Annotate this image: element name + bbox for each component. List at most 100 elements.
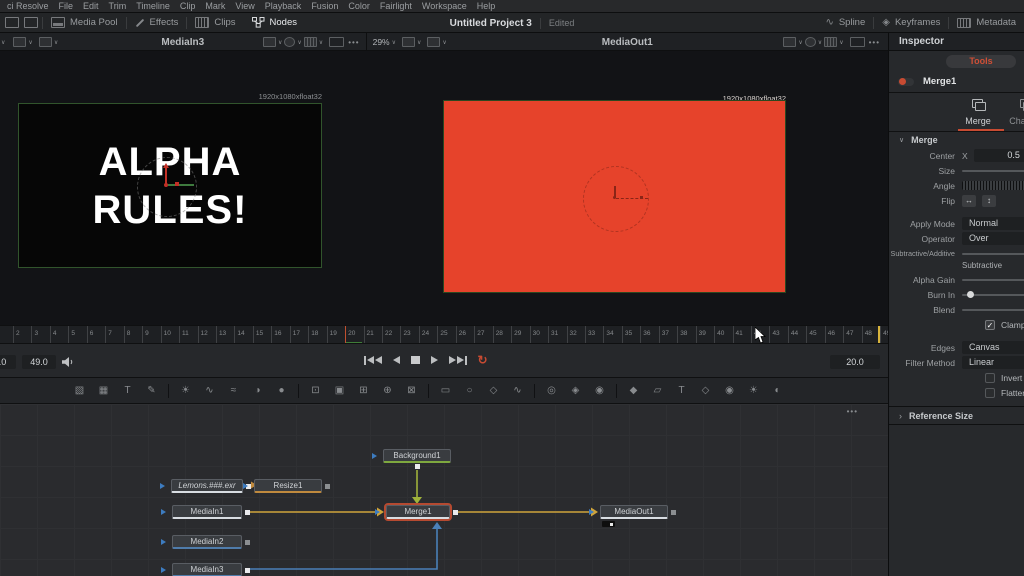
ruler-frame-7[interactable]: 7	[105, 326, 123, 343]
flatten-t-checkbox[interactable]	[985, 388, 995, 398]
menu-timeline[interactable]: Timeline	[131, 1, 175, 11]
view-indicator[interactable]	[160, 483, 165, 489]
buffer-a-select[interactable]: ∨	[13, 37, 34, 47]
loop-button[interactable]: ↻	[478, 354, 488, 366]
color-corrector-tool-icon[interactable]: ☀	[178, 383, 193, 398]
color-curves-tool-icon[interactable]: ∿	[202, 383, 217, 398]
ruler-frame-47[interactable]: 47	[843, 326, 861, 343]
nodes-button[interactable]: Nodes	[244, 17, 305, 28]
merge-3d-tool-icon[interactable]: ◆	[626, 383, 641, 398]
menu-view[interactable]: View	[230, 1, 259, 11]
merge-tool-icon[interactable]: ⊡	[308, 383, 323, 398]
node-enable-toggle[interactable]	[898, 78, 914, 86]
node-output-connector[interactable]	[245, 510, 250, 515]
ruler-frame-45[interactable]: 45	[806, 326, 824, 343]
guides-select[interactable]: ∨	[304, 37, 325, 47]
ruler-frame-17[interactable]: 17	[290, 326, 308, 343]
alpha-gain-slider[interactable]	[962, 279, 1024, 281]
ruler-frame-25[interactable]: 25	[437, 326, 455, 343]
menu-clip[interactable]: Clip	[175, 1, 201, 11]
matte-control-tool-icon[interactable]: ▣	[332, 383, 347, 398]
spline-button[interactable]: ∿ Spline	[817, 17, 873, 28]
renderer-3d-tool-icon[interactable]: ◐	[770, 383, 785, 398]
buffer-b-select[interactable]: ∨	[39, 37, 60, 47]
left-viewer-frame[interactable]: ALPHA RULES!	[18, 103, 322, 268]
ruler-frame-4[interactable]: 4	[50, 326, 68, 343]
ruler-frame-38[interactable]: 38	[677, 326, 695, 343]
node-merge1[interactable]: Merge1	[386, 505, 450, 519]
hue-curves-tool-icon[interactable]: ≈	[226, 383, 241, 398]
background-tool-icon[interactable]: ▧	[72, 383, 87, 398]
ruler-frame-3[interactable]: 3	[31, 326, 49, 343]
text-3d-tool-icon[interactable]: T	[674, 383, 689, 398]
viewer-options-icon[interactable]: •••	[348, 38, 359, 47]
keyframes-button[interactable]: ◈ Keyframes	[874, 17, 948, 28]
ruler-frame-9[interactable]: 9	[142, 326, 160, 343]
clamp-c-checkbox[interactable]: ✓	[985, 320, 995, 330]
node-lemons-exr[interactable]: Lemons.###.exr	[171, 479, 243, 493]
resize-tool-icon[interactable]: ⊠	[404, 383, 419, 398]
channel-select[interactable]: ∨	[263, 37, 284, 47]
menu-playback[interactable]: Playback	[260, 1, 307, 11]
ruler-frame-27[interactable]: 27	[474, 326, 492, 343]
ruler-frame-21[interactable]: 21	[364, 326, 382, 343]
tracker-tool-icon[interactable]: ◎	[544, 383, 559, 398]
ruler-frame-5[interactable]: 5	[68, 326, 86, 343]
buffer-b-select[interactable]: ∨	[427, 37, 448, 47]
transform-widget[interactable]	[444, 101, 785, 292]
go-last-frame-button[interactable]	[449, 356, 467, 365]
roi-button[interactable]	[850, 37, 865, 47]
merge-section-header[interactable]: ∨ Merge	[889, 132, 1024, 148]
ruler-frame-36[interactable]: 36	[640, 326, 658, 343]
node-background1[interactable]: Background1	[383, 449, 451, 463]
ruler-frame-11[interactable]: 11	[179, 326, 197, 343]
ellipse-mask-tool-icon[interactable]: ○	[462, 383, 477, 398]
ruler-frame-30[interactable]: 30	[530, 326, 548, 343]
metadata-button[interactable]: Metadata	[949, 17, 1024, 28]
menu-help[interactable]: Help	[472, 1, 501, 11]
menu-color[interactable]: Color	[343, 1, 375, 11]
node-resize1[interactable]: Resize1	[254, 479, 322, 493]
brightness-contrast-tool-icon[interactable]: ◑	[250, 383, 265, 398]
current-frame-field[interactable]: 20.0	[830, 355, 880, 369]
ruler-frame-2[interactable]: 2	[13, 326, 31, 343]
menu-workspace[interactable]: Workspace	[417, 1, 472, 11]
ruler-frame-44[interactable]: 44	[788, 326, 806, 343]
ruler-frame-19[interactable]: 19	[327, 326, 345, 343]
ruler-frame-37[interactable]: 37	[659, 326, 677, 343]
burn-in-slider[interactable]	[962, 294, 1024, 296]
planar-tracker-tool-icon[interactable]: ◈	[568, 383, 583, 398]
ruler-frame-39[interactable]: 39	[696, 326, 714, 343]
node-editor-options-icon[interactable]: •••	[847, 407, 858, 416]
effects-button[interactable]: Effects	[127, 17, 187, 28]
menu-ci-resolve[interactable]: ci Resolve	[2, 1, 54, 11]
edges-dropdown[interactable]: Canvas	[962, 341, 1024, 354]
ruler-frame-8[interactable]: 8	[124, 326, 142, 343]
guides-select[interactable]: ∨	[824, 37, 845, 47]
menu-file[interactable]: File	[54, 1, 79, 11]
node-output-connector[interactable]	[453, 510, 458, 515]
ruler-frame-29[interactable]: 29	[511, 326, 529, 343]
ruler-frame-22[interactable]: 22	[382, 326, 400, 343]
channel-select[interactable]: ∨	[783, 37, 804, 47]
invert-tr-checkbox[interactable]	[985, 373, 995, 383]
transform-tool-icon[interactable]: ⊕	[380, 383, 395, 398]
fast-noise-tool-icon[interactable]: ▦	[96, 383, 111, 398]
stop-button[interactable]	[411, 356, 420, 365]
ruler-frame-16[interactable]: 16	[271, 326, 289, 343]
ruler-frame-41[interactable]: 41	[733, 326, 751, 343]
menu-fairlight[interactable]: Fairlight	[375, 1, 417, 11]
menu-fusion[interactable]: Fusion	[306, 1, 343, 11]
ruler-frame-31[interactable]: 31	[548, 326, 566, 343]
node-output-connector[interactable]	[671, 510, 676, 515]
operator-dropdown[interactable]: Over	[962, 232, 1024, 245]
subtractive-additive-slider[interactable]	[962, 253, 1024, 255]
light-3d-tool-icon[interactable]: ☀	[746, 383, 761, 398]
center-x-field[interactable]: 0.5	[974, 149, 1024, 162]
reference-size-section[interactable]: › Reference Size	[889, 406, 1024, 425]
channel-booleans-tool-icon[interactable]: ⊞	[356, 383, 371, 398]
range-end-field[interactable]: 49.0	[22, 355, 56, 369]
ruler-frame-32[interactable]: 32	[567, 326, 585, 343]
go-first-frame-button[interactable]	[364, 356, 382, 365]
angle-scrub-wheel[interactable]	[962, 181, 1024, 190]
